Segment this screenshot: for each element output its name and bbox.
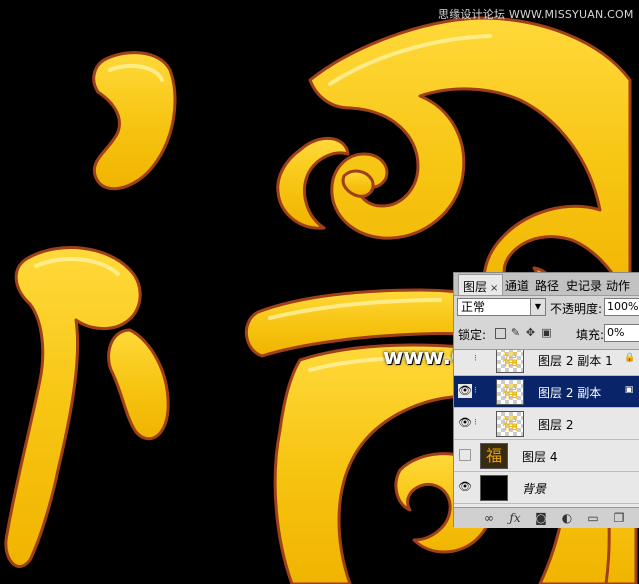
link-icon[interactable]: ∞ [482, 511, 496, 525]
tab-layers[interactable]: 图层 × [458, 274, 504, 295]
panel-tabs: 图层 × 通道 路径 史记录 动作 [454, 273, 639, 296]
tab-paths[interactable]: 路径 [535, 277, 559, 294]
layer-thumbnail: 福 [496, 379, 524, 405]
layer-name: 图层 2 副本 [538, 386, 602, 400]
fx-icon[interactable]: ƒx [508, 511, 522, 525]
fill-field[interactable]: 0% [604, 324, 639, 342]
opacity-field[interactable]: 100% [604, 298, 639, 316]
fu-thumb-icon: 福 [501, 414, 518, 433]
chevron-down-icon[interactable]: ▼ [530, 299, 545, 315]
eye-icon[interactable]: 👁 [458, 384, 472, 398]
layers-panel: 图层 × 通道 路径 史记录 动作 正常 ▼ 不透明度: 100% 锁定: ✎ ✥… [453, 272, 639, 528]
layer-row-selected[interactable]: 👁 ⁝ 福 图层 2 副本 ▣ [454, 376, 639, 408]
panel-bottom-bar: ∞ ƒx ◙ ◐ ▭ ❐ [454, 507, 639, 528]
link-icon: ⁝ [474, 418, 477, 428]
adjustment-icon[interactable]: ◐ [560, 511, 574, 525]
opacity-label: 不透明度: [550, 302, 603, 316]
mask-icon[interactable]: ◙ [534, 511, 548, 525]
layer-name: 图层 2 副本 1 [538, 354, 613, 368]
link-icon: ⁝ [474, 386, 477, 396]
blend-row: 正常 ▼ 不透明度: 100% [454, 297, 639, 319]
blend-mode-value: 正常 [461, 300, 486, 314]
fu-thumb-icon: 福 [501, 382, 518, 401]
link-icon: ⁝ [474, 354, 477, 364]
layer-thumbnail: 福 [480, 443, 508, 469]
watermark-top: 思缘设计论坛 WWW.MISSYUAN.COM [438, 8, 634, 21]
lock-brush-icon[interactable]: ✎ [510, 327, 521, 338]
layer-thumbnail [480, 475, 508, 501]
fu-thumb-icon: 福 [501, 350, 518, 369]
lock-icon: 🔒 [624, 353, 636, 363]
lock-transparency-icon[interactable] [495, 328, 506, 339]
layer-name: 图层 4 [522, 450, 558, 464]
eye-icon[interactable]: 👁 [458, 480, 472, 494]
layer-list: ⁝ 福 图层 2 副本 1 🔒 👁 ⁝ 福 图层 2 副本 ▣ 👁 ⁝ 福 图层… [454, 349, 639, 508]
layer-row[interactable]: 👁 背景 [454, 472, 639, 504]
tab-history[interactable]: 史记录 [566, 277, 602, 294]
new-layer-icon[interactable]: ❐ [612, 511, 626, 525]
fill-label: 填充: [576, 328, 605, 342]
layer-name: 图层 2 [538, 418, 574, 432]
tab-layers-label: 图层 [463, 280, 488, 294]
folder-icon[interactable]: ▭ [586, 511, 600, 525]
close-icon[interactable]: × [490, 283, 498, 294]
tab-actions[interactable]: 动作 [606, 277, 630, 294]
layer-name: 背景 [522, 482, 547, 496]
layer-row[interactable]: 👁 ⁝ 福 图层 2 [454, 408, 639, 440]
lock-label: 锁定: [458, 328, 487, 342]
lock-icon: ▣ [624, 385, 634, 395]
layer-thumbnail: 福 [496, 350, 524, 373]
lock-all-icon[interactable]: ▣ [541, 327, 552, 338]
blend-mode-select[interactable]: 正常 ▼ [457, 298, 546, 316]
tab-channels[interactable]: 通道 [505, 277, 529, 294]
visibility-checkbox[interactable] [459, 449, 471, 461]
layer-row[interactable]: 福 图层 4 [454, 440, 639, 472]
fu-thumb-icon: 福 [485, 446, 502, 465]
layer-thumbnail: 福 [496, 411, 524, 437]
lock-move-icon[interactable]: ✥ [525, 327, 536, 338]
layer-row[interactable]: ⁝ 福 图层 2 副本 1 🔒 [454, 350, 639, 376]
lock-row: 锁定: ✎ ✥ ▣ 填充: 0% [454, 322, 639, 344]
eye-icon[interactable]: 👁 [458, 416, 472, 430]
